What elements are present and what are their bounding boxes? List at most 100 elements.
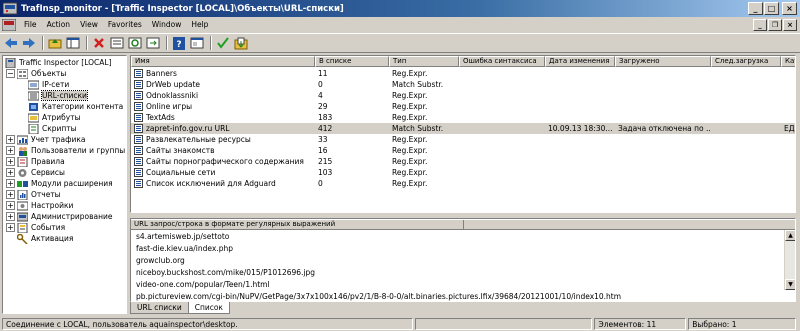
url-list-icon [134, 179, 143, 188]
child-close-button[interactable]: × [783, 18, 797, 31]
attribute-icon [28, 113, 39, 122]
expand-toggle[interactable]: + [6, 223, 15, 232]
cell-category [781, 79, 795, 90]
table-row[interactable]: TextAds 183 Reg.Expr. [131, 112, 795, 123]
expand-toggle[interactable]: + [6, 212, 15, 221]
scroll-up-button[interactable]: ▲ [785, 230, 795, 241]
menu-window[interactable]: Window [147, 20, 187, 29]
network-icon [28, 80, 39, 89]
download-list-button[interactable] [233, 35, 249, 51]
collapse-toggle[interactable]: − [6, 69, 15, 78]
script-icon [28, 123, 39, 134]
scroll-down-button[interactable]: ▼ [785, 279, 795, 290]
table-row[interactable]: DrWeb update 0 Match Substr. [131, 79, 795, 90]
column-header-url-pattern[interactable]: URL запрос/строка в формате регулярных в… [134, 220, 464, 230]
expand-toggle[interactable]: + [6, 157, 15, 166]
tree-item-extension-modules[interactable]: + Модули расширения [6, 178, 113, 189]
tree-item-attributes[interactable]: Атрибуты [28, 112, 81, 123]
console-tree-button[interactable] [189, 35, 205, 51]
column-header-syntax-error[interactable]: Ошибка синтаксиса [459, 56, 545, 67]
list-item[interactable]: growclub.org [136, 255, 185, 266]
expand-toggle[interactable]: + [6, 135, 15, 144]
column-header-next-load[interactable]: След.загрузка [711, 56, 781, 67]
menu-favorites[interactable]: Favorites [103, 20, 147, 29]
minimize-button[interactable]: _ [748, 2, 763, 15]
expand-toggle[interactable]: + [6, 146, 15, 155]
column-header-category[interactable]: Кат [781, 56, 795, 67]
tree-item-ip-networks[interactable]: IP-сети [28, 79, 69, 90]
table-row[interactable]: Социальные сети 103 Reg.Expr. [131, 167, 795, 178]
table-row[interactable]: Развлекательные ресурсы 33 Reg.Expr. [131, 134, 795, 145]
tree-item-url-lists[interactable]: URL-списки [28, 90, 88, 101]
tree-item-rules[interactable]: + Правила [6, 156, 65, 167]
menu-help[interactable]: Help [186, 20, 213, 29]
expand-toggle[interactable]: + [6, 179, 15, 188]
table-row[interactable]: Odnoklassniki 4 Reg.Expr. [131, 90, 795, 101]
column-header-modified[interactable]: Дата изменения [545, 56, 615, 67]
export-list-button[interactable] [145, 35, 161, 51]
tree-item-events[interactable]: + События [6, 222, 65, 233]
column-header-loaded[interactable]: Загружено [615, 56, 711, 67]
properties-button[interactable] [109, 35, 125, 51]
expand-toggle[interactable]: + [6, 201, 15, 210]
delete-button[interactable] [91, 35, 107, 51]
menu-view[interactable]: View [75, 20, 103, 29]
vertical-scrollbar[interactable]: ▲ ▼ [784, 230, 795, 290]
show-tree-button[interactable] [65, 35, 81, 51]
back-button[interactable] [3, 35, 19, 51]
tree-item-users-groups[interactable]: + Пользователи и группы [6, 145, 125, 156]
tab-url-lists[interactable]: URL списки [130, 302, 189, 314]
cell-error [459, 134, 545, 145]
list-item[interactable]: fast-die.kiev.ua/index.php [136, 243, 233, 254]
menu-bar: File Action View Favorites Window Help _… [0, 17, 800, 32]
url-list-icon [134, 91, 143, 100]
column-header-name[interactable]: Имя [131, 56, 315, 67]
forward-button[interactable] [21, 35, 37, 51]
table-row[interactable]: Online игры 29 Reg.Expr. [131, 101, 795, 112]
tree-item-reports[interactable]: + Отчеты [6, 189, 61, 200]
tree-item-services[interactable]: + Сервисы [6, 167, 65, 178]
tree-item-objects[interactable]: − Объекты [6, 68, 66, 79]
list-item[interactable]: pb.pictureview.com/cgi-bin/NuPV/GetPage/… [136, 291, 621, 301]
objects-icon [17, 68, 28, 79]
tree-item-activation[interactable]: Активация [17, 233, 73, 244]
properties-icon [110, 37, 124, 49]
refresh-button[interactable] [127, 35, 143, 51]
table-row[interactable]: Banners 11 Reg.Expr. [131, 68, 795, 79]
child-restore-button[interactable]: ❐ [768, 18, 782, 31]
cell-error [459, 145, 545, 156]
tree-item-administration[interactable]: + Администрирование [6, 211, 113, 222]
cell-count: 412 [318, 124, 333, 133]
column-header-count[interactable]: В списке [315, 56, 389, 67]
apply-button[interactable] [215, 35, 231, 51]
menu-action[interactable]: Action [42, 20, 76, 29]
tab-list[interactable]: Список [187, 302, 230, 314]
menu-file[interactable]: File [19, 20, 42, 29]
toolbar-separator [86, 36, 88, 50]
title-bar: TrafInsp_monitor - [Traffic Inspector [L… [0, 0, 800, 17]
table-row[interactable]: Список исключений для Adguard 0 Reg.Expr. [131, 178, 795, 189]
table-row[interactable]: Сайты порнографического содержания 215 Reg… [131, 156, 795, 167]
console-tree: Traffic Inspector [LOCAL] − Объекты IP-с… [2, 55, 127, 314]
up-level-button[interactable] [47, 35, 63, 51]
child-minimize-button[interactable]: _ [753, 18, 767, 31]
table-row[interactable]: zapret-info.gov.ru URL 412 Match Substr. 10… [131, 123, 795, 134]
cell-type: Reg.Expr. [392, 113, 428, 122]
cell-date [545, 101, 615, 112]
expand-toggle[interactable]: + [6, 168, 15, 177]
tree-item-scripts[interactable]: Скрипты [28, 123, 77, 134]
maximize-button[interactable]: □ [764, 2, 779, 15]
tree-item-traffic-accounting[interactable]: + Учет трафика [6, 134, 86, 145]
tree-item-content-categories[interactable]: Категории контента [28, 101, 123, 112]
tree-item-root[interactable]: Traffic Inspector [LOCAL] [5, 57, 112, 68]
list-item[interactable]: video-one.com/popular/Teen/1.html [136, 279, 270, 290]
expand-toggle[interactable]: + [6, 190, 15, 199]
help-button[interactable]: ? [171, 35, 187, 51]
close-button[interactable]: × [782, 2, 797, 15]
list-item[interactable]: niceboy.buckshost.com/mike/015/P1012696.… [136, 267, 315, 278]
tree-item-settings[interactable]: + Настройки [6, 200, 73, 211]
table-row[interactable]: Сайты знакомств 16 Reg.Expr. [131, 145, 795, 156]
mdi-window-icon[interactable] [2, 18, 16, 31]
list-item[interactable]: s4.artemisweb.jp/settoto [136, 231, 229, 242]
column-header-type[interactable]: Тип [389, 56, 459, 67]
